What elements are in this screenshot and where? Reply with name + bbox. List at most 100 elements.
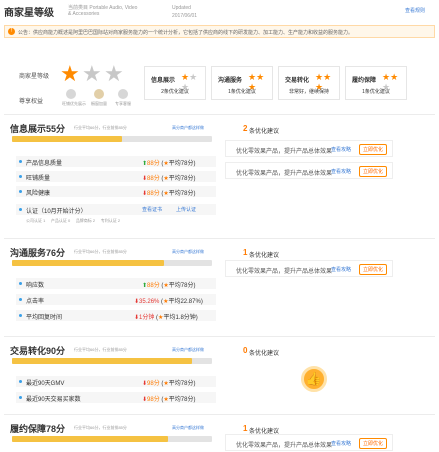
divider — [4, 114, 435, 115]
suggestion-count: 1 — [243, 248, 248, 257]
score-bar — [12, 436, 212, 442]
section-title: 交易转化90分 — [10, 346, 66, 356]
section-meta: 行业平均66分，行业前排85分 — [74, 347, 127, 352]
suggestion-label: 条优化建议 — [249, 129, 280, 135]
metric-name: 最近90天交易买家数 — [26, 397, 81, 403]
notice-text: 公告：供应商能力概述是阿里巴巴国际站对商家服务能力的一个统计分析，它包括了供应商… — [18, 30, 354, 36]
metric-value: ⬇98分 (★平均78分) — [142, 381, 196, 387]
metric-row: 平均回复时间 ⬇1分钟 (★平均1.8分钟) — [16, 310, 216, 321]
optimize-button[interactable]: 立即优化 — [359, 438, 388, 449]
view-guide-link[interactable]: 查看攻略 — [331, 168, 351, 175]
score-bar-fill — [12, 260, 164, 266]
right-label: 专享客服 — [115, 101, 131, 106]
bullet-icon — [19, 314, 22, 317]
star-level-label: 商家星等级 — [19, 74, 50, 80]
metric-name: 风险健康 — [26, 191, 51, 197]
score-bar — [12, 358, 212, 364]
score-bar-fill — [12, 436, 168, 442]
metric-row: 最近90天交易买家数 ⬇98分 (★平均78分) — [16, 392, 216, 403]
bullet-icon — [19, 298, 22, 301]
view-certificate-link[interactable]: 查看证书 — [142, 206, 162, 213]
metric-value: ⬇88分 (★平均78分) — [142, 191, 196, 197]
bullet-icon — [19, 175, 22, 178]
card-title: 信息展示 — [151, 78, 176, 84]
metric-value: ⬇88分 (★平均78分) — [142, 176, 196, 182]
star-icon: ★ — [60, 61, 80, 86]
right-badge-icon — [66, 89, 76, 99]
right-label: 橱窗加量 — [91, 101, 107, 106]
metric-value: ⬇98分 (★平均78分) — [142, 397, 196, 403]
thumbs-up-icon: 👍 — [301, 366, 327, 392]
info-icon: ! — [8, 28, 15, 35]
card-title: 沟通服务 — [218, 78, 243, 84]
card-subtitle: 1条优化建议 — [362, 89, 390, 95]
category-card-conversion[interactable]: 交易转化 ★★★ 非常好，继续保持 — [278, 66, 340, 100]
section-meta: 行业平均66分，行业前排85分 — [74, 125, 127, 130]
tips-link[interactable]: 高分商户都这样做 — [172, 125, 204, 131]
bullet-icon — [19, 190, 22, 193]
star-icon: ★ — [82, 61, 102, 86]
metric-row: 响应数 ⬆88分 (★平均78分) — [16, 278, 216, 289]
section-meta: 行业平均66分，行业前排85分 — [74, 425, 127, 430]
page-subtitle: 当前类目 Portable Audio, Video & Accessories — [68, 5, 138, 17]
section-title: 信息展示55分 — [10, 124, 66, 134]
suggestion-item: 优化零效果产品，提升产品总体效果 查看攻略 立即优化 — [225, 434, 393, 451]
cert-item: 专利认证 2 — [100, 218, 121, 223]
suggestion-count: 2 — [243, 124, 248, 133]
cert-item: 产品认证 0 — [50, 218, 71, 223]
upload-certificate-link[interactable]: 上传认证 — [176, 206, 196, 213]
metric-value: ⬆88分 (★平均78分) — [142, 161, 196, 167]
divider — [4, 336, 435, 337]
score-bar-fill — [12, 358, 192, 364]
section-conversion: 交易转化90分 行业平均66分，行业前排85分 高分商户都这样做 最近90天GM… — [0, 340, 439, 412]
page-title: 商家星等级 — [4, 8, 54, 19]
score-bar — [12, 136, 212, 142]
section-meta: 行业平均66分，行业前排85分 — [74, 249, 127, 254]
rights-label: 尊享权益 — [19, 99, 44, 105]
category-card-fulfillment[interactable]: 履约保障 ★★★ 1条优化建议 — [345, 66, 407, 100]
tips-link[interactable]: 高分商户都这样做 — [172, 347, 204, 353]
bullet-icon — [19, 282, 22, 285]
metric-name: 点击率 — [26, 299, 45, 305]
card-title: 履约保障 — [352, 78, 377, 84]
score-bar — [12, 260, 212, 266]
suggestion-item: 优化零效果产品，提升产品总体效果 查看攻略 立即优化 — [225, 140, 393, 157]
metric-value: ⬇1分钟 (★平均1.8分钟) — [134, 315, 198, 321]
section-fulfillment: 履约保障78分 行业平均66分，行业前排85分 高分商户都这样做 1 条优化建议… — [0, 418, 439, 452]
tips-link[interactable]: 高分商户都这样做 — [172, 425, 204, 431]
category-card-info[interactable]: 信息展示 ★★★ 2条优化建议 — [144, 66, 206, 100]
bullet-icon — [19, 208, 22, 211]
right-badge-icon — [118, 89, 128, 99]
view-guide-link[interactable]: 查看攻略 — [331, 266, 351, 273]
star-icon: ★ — [104, 61, 124, 86]
page-header: 商家星等级 当前类目 Portable Audio, Video & Acces… — [0, 0, 439, 22]
suggestion-label: 条优化建议 — [249, 253, 280, 259]
suggestion-item: 优化零效果产品，提升产品总体效果 查看攻略 立即优化 — [225, 260, 393, 277]
metric-row: 最近90天GMV ⬇98分 (★平均78分) — [16, 376, 216, 387]
metric-row: 认证（10月开始计分） 查看证书 上传认证 — [16, 204, 216, 215]
metric-name: 认证（10月开始计分） — [26, 209, 87, 215]
section-title: 沟通服务76分 — [10, 248, 66, 258]
suggestion-count: 1 — [243, 424, 248, 433]
section-communication: 沟通服务76分 行业平均66分，行业前排85分 高分商户都这样做 响应数 ⬆88分… — [0, 242, 439, 330]
metric-value: ⬇35.26% (★平均22.87%) — [134, 299, 203, 305]
metric-row: 点击率 ⬇35.26% (★平均22.87%) — [16, 294, 216, 305]
optimize-button[interactable]: 立即优化 — [359, 166, 388, 177]
divider — [4, 414, 435, 415]
optimize-button[interactable]: 立即优化 — [359, 264, 388, 275]
view-guide-link[interactable]: 查看攻略 — [331, 440, 351, 447]
suggestion-count: 0 — [243, 346, 248, 355]
metric-name: 最近90天GMV — [26, 381, 65, 387]
category-card-communication[interactable]: 沟通服务 ★★★ 1条优化建议 — [211, 66, 273, 100]
metric-name: 旺铺质量 — [26, 176, 51, 182]
rules-link[interactable]: 查看规则 — [405, 7, 425, 14]
metric-name: 平均回复时间 — [26, 315, 63, 321]
bullet-icon — [19, 160, 22, 163]
cert-item: 公司认证 1 — [26, 218, 46, 223]
bullet-icon — [19, 380, 22, 383]
card-subtitle: 非常好，继续保持 — [288, 89, 329, 95]
notice-banner: ! 公告：供应商能力概述是阿里巴巴国际站对商家服务能力的一个统计分析，它包括了供… — [4, 25, 435, 38]
tips-link[interactable]: 高分商户都这样做 — [172, 249, 204, 255]
view-guide-link[interactable]: 查看攻略 — [331, 146, 351, 153]
optimize-button[interactable]: 立即优化 — [359, 144, 388, 155]
